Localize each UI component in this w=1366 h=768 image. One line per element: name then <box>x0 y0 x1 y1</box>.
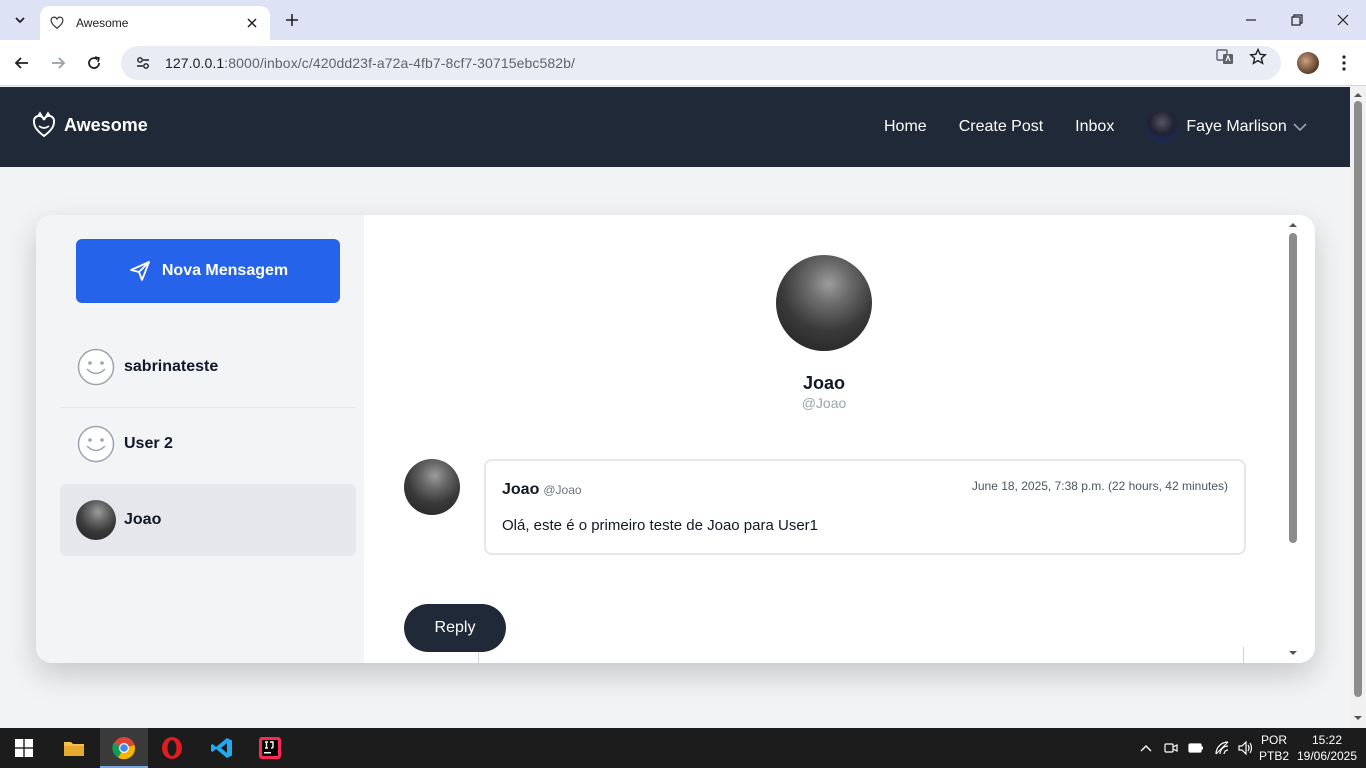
volume-icon[interactable] <box>1238 741 1254 755</box>
site-info-icon[interactable] <box>135 55 151 71</box>
inbox-sidebar: Nova Mensagem sabrinateste User 2 Joao <box>36 215 364 663</box>
url-path: :8000/inbox/c/420dd23f-a72a-4fb7-8cf7-30… <box>224 55 576 71</box>
smiley-avatar-icon <box>76 424 116 464</box>
chevron-down-icon <box>1293 123 1307 132</box>
site-header: Awesome Home Create Post Inbox Faye Marl… <box>0 87 1350 167</box>
conversation-scrollbar[interactable] <box>1286 215 1300 663</box>
close-tab-icon[interactable] <box>244 15 260 31</box>
file-explorer-icon[interactable] <box>50 728 98 768</box>
message-sender: Joao @Joao <box>502 481 582 499</box>
keyboard-layout: PTB2 <box>1258 749 1289 763</box>
browser-toolbar: 127.0.0.1:8000/inbox/c/420dd23f-a72a-4fb… <box>0 40 1366 86</box>
conversation-name: Joao <box>124 511 162 528</box>
inbox-card: Nova Mensagem sabrinateste User 2 Joao J… <box>36 215 1315 663</box>
nav-create-post[interactable]: Create Post <box>959 118 1043 136</box>
smiley-avatar-icon <box>76 347 116 387</box>
logo-heart-icon <box>32 111 56 138</box>
meet-now-icon[interactable] <box>1164 741 1178 755</box>
tab-title: Awesome <box>76 16 129 30</box>
browser-menu-icon[interactable] <box>1334 52 1354 74</box>
network-icon[interactable] <box>1214 741 1230 755</box>
vscode-icon[interactable] <box>198 728 246 768</box>
profile-photo <box>776 255 872 351</box>
conversation-name: User 2 <box>124 435 173 452</box>
chrome-icon[interactable] <box>100 728 148 768</box>
forward-arrow-icon[interactable] <box>46 51 70 75</box>
joao-avatar <box>76 500 116 540</box>
page-scrollbar[interactable] <box>1350 87 1366 728</box>
new-message-button[interactable]: Nova Mensagem <box>76 239 340 303</box>
reload-icon[interactable] <box>82 51 106 75</box>
sender-name: Joao <box>502 481 540 498</box>
bookmark-star-icon[interactable] <box>1249 48 1267 66</box>
back-arrow-icon[interactable] <box>10 51 34 75</box>
url-text: 127.0.0.1:8000/inbox/c/420dd23f-a72a-4fb… <box>165 55 575 71</box>
intellij-icon[interactable] <box>246 728 294 768</box>
scrollbar-thumb[interactable] <box>1289 233 1297 543</box>
conversation-item-sabrinateste[interactable]: sabrinateste <box>60 331 356 403</box>
input-language[interactable]: POR PTB2 <box>1254 732 1294 764</box>
conversation-item-user-2[interactable]: User 2 <box>60 408 356 480</box>
user-menu[interactable]: Faye Marlison <box>1146 111 1307 143</box>
conversation-name: sabrinateste <box>124 358 219 375</box>
tab-search-button[interactable] <box>8 8 32 32</box>
battery-icon[interactable] <box>1188 742 1204 754</box>
reply-form-partial <box>478 647 1244 663</box>
tab-favicon-icon <box>50 15 66 31</box>
clock[interactable]: 15:22 19/06/2025 <box>1294 732 1360 764</box>
page-scroll-down-icon[interactable] <box>1350 714 1366 724</box>
browser-tab[interactable]: Awesome <box>40 6 270 40</box>
message-bubble: Joao @Joao June 18, 2025, 7:38 p.m. (22 h… <box>484 459 1246 555</box>
close-window-icon[interactable] <box>1320 0 1366 40</box>
browser-tab-strip: Awesome <box>0 0 1366 40</box>
system-tray <box>1140 728 1254 768</box>
nav-home[interactable]: Home <box>884 118 927 136</box>
clock-date: 19/06/2025 <box>1296 749 1358 763</box>
windows-start-icon[interactable] <box>0 728 48 768</box>
os-taskbar: POR PTB2 15:22 19/06/2025 <box>0 728 1366 768</box>
profile-name: Joao <box>802 373 845 393</box>
send-icon <box>129 261 150 281</box>
language-code: POR <box>1260 733 1287 747</box>
nav-inbox[interactable]: Inbox <box>1075 118 1114 136</box>
page-viewport: Awesome Home Create Post Inbox Faye Marl… <box>0 87 1350 728</box>
brand-name: Awesome <box>64 114 148 135</box>
browser-profile-avatar[interactable] <box>1297 52 1319 74</box>
translate-icon[interactable] <box>1216 48 1234 66</box>
reply-button[interactable]: Reply <box>404 604 506 652</box>
user-name: Faye Marlison <box>1186 118 1287 135</box>
sender-handle: @Joao <box>543 483 582 497</box>
message-avatar <box>404 459 460 515</box>
conversation-item-joao[interactable]: Joao <box>60 484 356 556</box>
page-scroll-up-icon[interactable] <box>1350 89 1366 99</box>
message-timestamp: June 18, 2025, 7:38 p.m. (22 hours, 42 m… <box>971 479 1228 493</box>
opera-icon[interactable] <box>148 728 196 768</box>
address-bar[interactable]: 127.0.0.1:8000/inbox/c/420dd23f-a72a-4fb… <box>121 46 1281 80</box>
new-tab-button[interactable] <box>282 10 302 30</box>
scroll-down-arrow-icon[interactable] <box>1286 649 1300 659</box>
conversation-panel: Joao @Joao Joao @Joao June 18, 2025, 7:38… <box>364 215 1300 663</box>
message-text: Olá, este é o primeiro teste de Joao par… <box>502 517 818 534</box>
url-host: 127.0.0.1 <box>165 55 225 71</box>
clock-time: 15:22 <box>1311 733 1343 747</box>
scroll-up-arrow-icon[interactable] <box>1286 219 1300 229</box>
page-scrollbar-thumb[interactable] <box>1354 101 1362 697</box>
chevron-up-icon[interactable] <box>1140 744 1152 752</box>
new-message-label: Nova Mensagem <box>161 262 289 279</box>
restore-window-icon[interactable] <box>1274 0 1320 40</box>
minimize-window-icon[interactable] <box>1228 0 1274 40</box>
user-avatar <box>1146 111 1179 143</box>
site-logo[interactable]: Awesome <box>32 111 148 139</box>
main-nav: Home Create Post Inbox Faye Marlison <box>852 87 1307 167</box>
profile-handle: @Joao <box>801 395 847 411</box>
